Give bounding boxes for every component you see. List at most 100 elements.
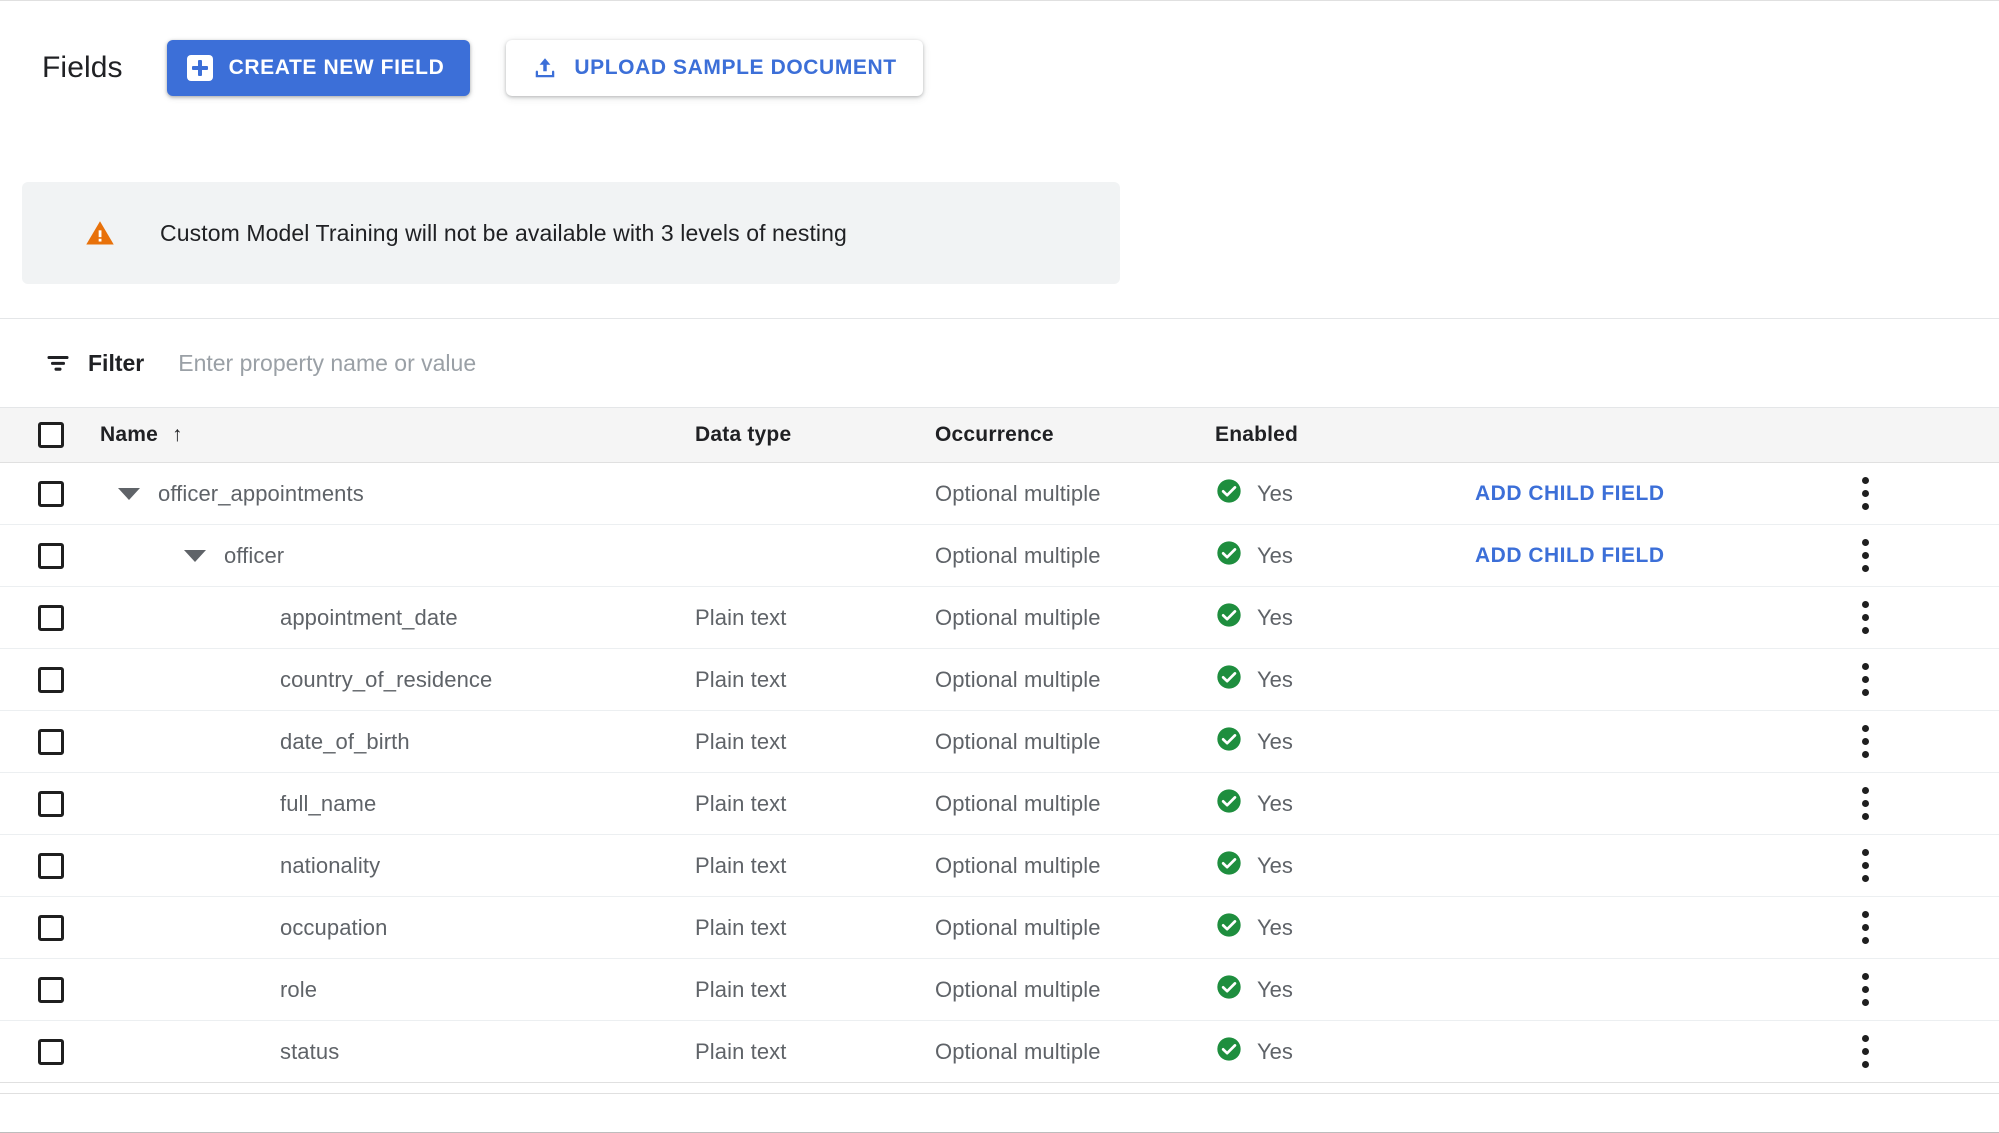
row-data-type: Plain text <box>695 976 787 1002</box>
row-more-options-icon[interactable] <box>1856 657 1875 702</box>
table-row[interactable]: appointment_date Plain text Optional mul… <box>0 587 1999 649</box>
row-data-type-cell: Plain text <box>695 915 935 941</box>
enabled-check-icon <box>1215 477 1243 510</box>
table-row[interactable]: role Plain text Optional multiple Yes <box>0 959 1999 1021</box>
row-checkbox[interactable] <box>38 790 64 817</box>
enabled-check-icon <box>1215 663 1243 696</box>
row-more-options-icon[interactable] <box>1856 967 1875 1012</box>
row-data-type: Plain text <box>695 728 787 754</box>
row-more-options-icon[interactable] <box>1856 781 1875 826</box>
row-menu-cell <box>1805 843 1925 888</box>
row-enabled-value: Yes <box>1257 728 1293 754</box>
enabled-check-icon <box>1215 787 1243 820</box>
row-checkbox[interactable] <box>38 976 64 1003</box>
row-checkbox[interactable] <box>38 914 64 941</box>
row-select-cell <box>0 790 100 817</box>
row-enabled-value: Yes <box>1257 542 1293 568</box>
row-checkbox[interactable] <box>38 852 64 879</box>
row-field-name: officer <box>224 542 285 568</box>
row-field-name: appointment_date <box>280 604 458 630</box>
select-all-cell <box>0 422 100 448</box>
filter-input[interactable] <box>178 349 879 377</box>
enabled-check-icon <box>1215 849 1243 882</box>
row-data-type: Plain text <box>695 604 787 630</box>
row-occurrence: Optional multiple <box>935 914 1101 940</box>
row-data-type: Plain text <box>695 914 787 940</box>
enabled-check-icon <box>1215 911 1243 944</box>
row-data-type-cell: Plain text <box>695 791 935 817</box>
row-more-options-icon[interactable] <box>1856 595 1875 640</box>
row-field-name: date_of_birth <box>280 728 410 754</box>
row-select-cell <box>0 480 100 507</box>
upload-sample-document-button[interactable]: UPLOAD SAMPLE DOCUMENT <box>506 40 923 96</box>
row-checkbox[interactable] <box>38 480 64 507</box>
row-select-cell <box>0 976 100 1003</box>
row-data-type-cell: Plain text <box>695 605 935 631</box>
header-cell-data-type: Data type <box>695 423 792 446</box>
table-row[interactable]: status Plain text Optional multiple Yes <box>0 1021 1999 1083</box>
row-field-name: officer_appointments <box>158 480 364 506</box>
table-row[interactable]: date_of_birth Plain text Optional multip… <box>0 711 1999 773</box>
enabled-check-icon <box>1215 601 1243 634</box>
table-row[interactable]: officer Optional multiple Yes ADD CHILD … <box>0 525 1999 587</box>
row-name-cell: full_name <box>100 791 695 817</box>
row-menu-cell <box>1805 905 1925 950</box>
row-name-cell: occupation <box>100 915 695 941</box>
row-occurrence-cell: Optional multiple <box>935 915 1215 941</box>
row-more-options-icon[interactable] <box>1856 719 1875 764</box>
row-checkbox[interactable] <box>38 666 64 693</box>
table-row[interactable]: country_of_residence Plain text Optional… <box>0 649 1999 711</box>
row-more-options-icon[interactable] <box>1856 1029 1875 1074</box>
expand-collapse-caret-icon[interactable] <box>118 487 140 500</box>
enabled-check-icon <box>1215 539 1243 572</box>
row-checkbox[interactable] <box>38 604 64 631</box>
warning-triangle-icon <box>84 217 116 249</box>
row-select-cell <box>0 542 100 569</box>
row-checkbox[interactable] <box>38 728 64 755</box>
filter-label: Filter <box>88 349 145 376</box>
row-occurrence-cell: Optional multiple <box>935 605 1215 631</box>
row-select-cell <box>0 852 100 879</box>
header-cell-name[interactable]: Name ↑ <box>100 423 695 447</box>
filter-list-icon[interactable] <box>44 349 72 377</box>
row-name-cell: officer <box>100 543 695 569</box>
row-occurrence-cell: Optional multiple <box>935 791 1215 817</box>
row-select-cell <box>0 604 100 631</box>
row-enabled-cell: Yes <box>1215 725 1475 758</box>
table-row[interactable]: full_name Plain text Optional multiple Y… <box>0 773 1999 835</box>
table-header-row: Name ↑ Data type Occurrence Enabled <box>0 407 1999 463</box>
row-menu-cell <box>1805 967 1925 1012</box>
expand-collapse-caret-icon[interactable] <box>184 549 206 562</box>
row-menu-cell <box>1805 533 1925 578</box>
row-occurrence: Optional multiple <box>935 542 1101 568</box>
row-data-type: Plain text <box>695 790 787 816</box>
create-new-field-button[interactable]: CREATE NEW FIELD <box>166 40 471 96</box>
row-menu-cell <box>1805 1029 1925 1074</box>
header-cell-occurrence: Occurrence <box>935 423 1054 446</box>
row-menu-cell <box>1805 781 1925 826</box>
row-occurrence-cell: Optional multiple <box>935 543 1215 569</box>
row-name-cell: officer_appointments <box>100 481 695 507</box>
row-enabled-cell: Yes <box>1215 911 1475 944</box>
table-row[interactable]: nationality Plain text Optional multiple… <box>0 835 1999 897</box>
row-more-options-icon[interactable] <box>1856 905 1875 950</box>
filter-bar: Filter <box>0 319 1999 407</box>
row-occurrence-cell: Optional multiple <box>935 729 1215 755</box>
row-more-options-icon[interactable] <box>1856 533 1875 578</box>
row-enabled-cell: Yes <box>1215 601 1475 634</box>
row-more-options-icon[interactable] <box>1856 843 1875 888</box>
table-row[interactable]: officer_appointments Optional multiple Y… <box>0 463 1999 525</box>
row-name-cell: appointment_date <box>100 605 695 631</box>
row-occurrence-cell: Optional multiple <box>935 667 1215 693</box>
select-all-checkbox[interactable] <box>38 422 64 448</box>
row-checkbox[interactable] <box>38 1038 64 1065</box>
add-box-icon <box>186 55 213 81</box>
row-data-type-cell: Plain text <box>695 729 935 755</box>
row-enabled-cell: Yes <box>1215 973 1475 1006</box>
row-field-name: role <box>280 976 318 1002</box>
row-more-options-icon[interactable] <box>1856 471 1875 516</box>
row-checkbox[interactable] <box>38 542 64 569</box>
add-child-field-link[interactable]: ADD CHILD FIELD <box>1475 544 1665 568</box>
add-child-field-link[interactable]: ADD CHILD FIELD <box>1475 482 1665 506</box>
table-row[interactable]: occupation Plain text Optional multiple … <box>0 897 1999 959</box>
